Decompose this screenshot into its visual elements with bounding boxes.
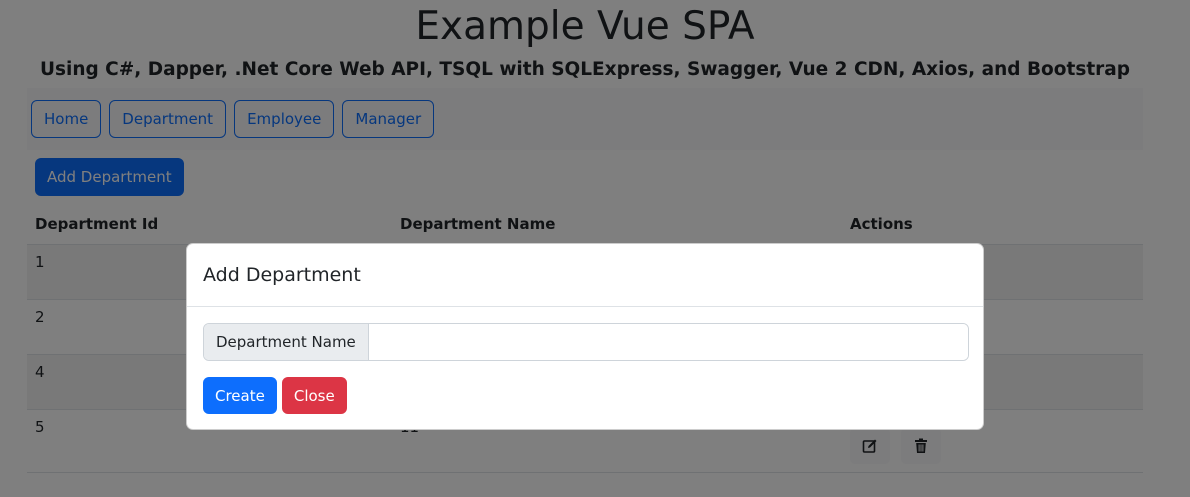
close-button[interactable]: Close: [281, 377, 347, 414]
modal-button-row: Create Close: [203, 377, 347, 414]
add-department-modal: Add Department Department Name Create Cl…: [186, 243, 984, 430]
modal-title: Add Department: [203, 264, 361, 286]
create-button[interactable]: Create: [203, 377, 277, 414]
department-name-input[interactable]: [368, 324, 968, 360]
page: Example Vue SPA Using C#, Dapper, .Net C…: [0, 0, 1190, 497]
department-name-input-group: Department Name: [203, 323, 969, 361]
modal-header: Add Department: [187, 244, 983, 307]
department-name-label: Department Name: [204, 324, 369, 360]
